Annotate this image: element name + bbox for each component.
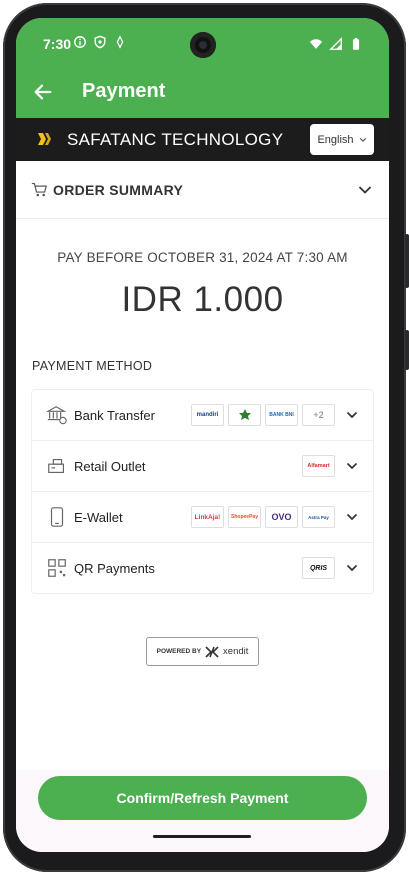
page-title: Payment [82,80,166,102]
chevron-down-icon [346,564,358,572]
qris-logo: QRIS [302,557,335,579]
payment-method-bank-transfer[interactable]: Bank Transfer mandiri BANK BNI +2 [32,390,373,441]
phone-icon [50,507,64,527]
powered-by-badge: POWERED BY xendit [146,637,259,666]
home-indicator[interactable] [153,835,251,838]
screen: 7:30 Payment SAFATANC TECHNOLOGY English… [16,18,389,852]
payment-method-label: Retail Outlet [74,459,146,474]
device: 7:30 Payment SAFATANC TECHNOLOGY English… [0,0,409,877]
payment-method-label: E-Wallet [74,510,123,525]
top-bar: 7:30 Payment [16,18,389,118]
order-summary-toggle[interactable]: ORDER SUMMARY [16,161,389,219]
store-icon [48,458,65,474]
cart-icon [31,182,47,197]
payment-method-qr-payments[interactable]: QR Payments QRIS [32,543,373,594]
merchant-bar: SAFATANC TECHNOLOGY English [16,118,389,161]
signal-icon [329,37,342,50]
astrapay-logo: Astra Pay [302,506,335,528]
confirm-refresh-payment-button[interactable]: Confirm/Refresh Payment [38,776,367,820]
order-summary-label: ORDER SUMMARY [53,182,184,198]
chevron-down-icon [346,462,358,470]
status-bar: 7:30 [16,18,389,70]
chevron-down-icon [359,137,366,142]
qr-logos: QRIS [302,557,335,579]
bri-icon [238,409,251,420]
status-icons-right [309,37,363,51]
chevron-down-icon [346,411,358,419]
payment-due-text: PAY BEFORE OCTOBER 31, 2024 AT 7:30 AM [57,250,348,265]
battery-icon [352,37,360,50]
chevron-down-icon [358,186,372,194]
status-icons-left [73,35,127,49]
merchant-logo-icon [38,133,51,145]
language-select[interactable]: English [310,124,374,155]
payment-method-e-wallet[interactable]: E-Wallet LinkAja! ShopeePay OVO Astra Pa… [32,492,373,543]
linkaja-logo: LinkAja! [191,506,224,528]
merchant-name: SAFATANC TECHNOLOGY [67,130,284,149]
payment-method-retail-outlet[interactable]: Retail Outlet Alfamart [32,441,373,492]
shopeepay-logo: ShopeePay [228,506,261,528]
payment-amount: IDR 1.000 [121,280,284,319]
chevron-down-icon [346,513,358,521]
alfamart-logo: Alfamart [302,455,335,477]
qr-icon [48,559,66,577]
language-label: English [317,133,354,146]
volume-button [405,234,409,288]
bni-logo: BANK BNI [265,404,298,426]
status-time: 7:30 [43,36,72,52]
e-wallet-logos: LinkAja! ShopeePay OVO Astra Pay [191,506,335,528]
xendit-brand: xendit [223,646,249,657]
mandiri-logo: mandiri [191,404,224,426]
bank-logos: mandiri BANK BNI +2 [191,404,335,426]
payment-method-label: Bank Transfer [74,408,155,423]
ovo-logo: OVO [265,506,298,528]
payment-method-title: PAYMENT METHOD [32,359,153,373]
powered-by-label: POWERED BY [156,648,202,655]
xendit-logo-icon [205,645,219,658]
power-button [405,330,409,370]
bri-logo [228,404,261,426]
location-icon [116,35,124,49]
front-camera [190,32,216,58]
shield-icon [94,35,106,49]
info-icon [74,36,86,48]
payment-method-list: Bank Transfer mandiri BANK BNI +2 Retail… [31,389,374,594]
payment-method-label: QR Payments [74,561,155,576]
bank-icon [46,406,67,425]
retail-logos: Alfamart [302,455,335,477]
more-banks-badge: +2 [302,404,335,426]
back-arrow-icon[interactable] [32,81,54,103]
wifi-icon [309,39,323,49]
